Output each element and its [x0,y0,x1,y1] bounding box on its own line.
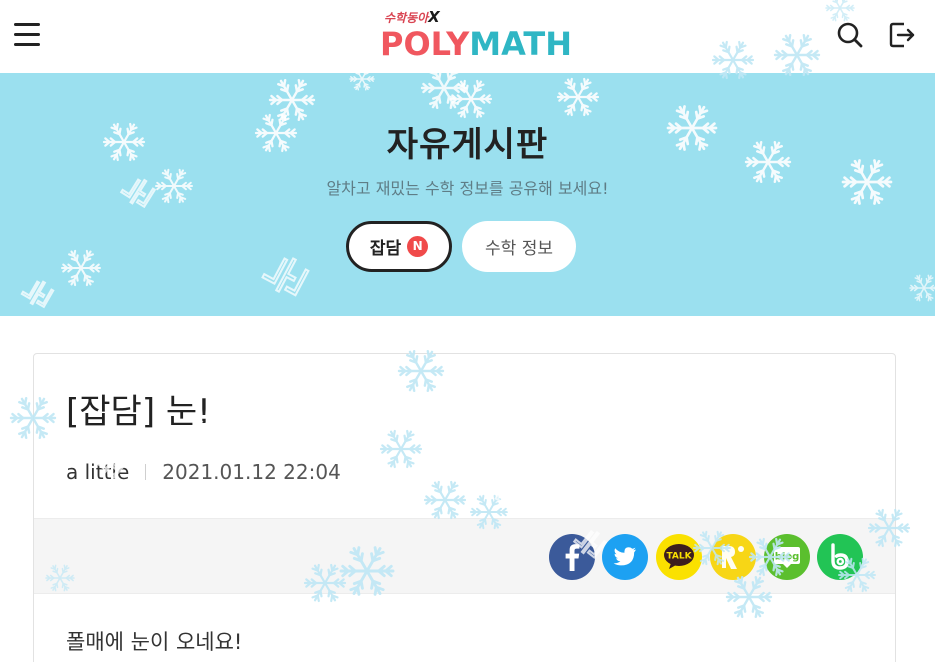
logo-math: MATH [469,25,572,63]
blog-icon: blog [774,547,800,568]
tab-math-info-label: 수학 정보 [485,239,553,259]
tab-math-info[interactable]: 수학 정보 [462,221,576,272]
meta-divider [145,464,147,480]
kakaostory-icon [722,546,744,569]
share-kakaostory-button[interactable] [710,534,756,580]
share-blog-button[interactable]: blog [764,534,810,580]
share-facebook-button[interactable] [549,534,595,580]
board-hero: 자유게시판 알차고 재밌는 수학 정보를 공유해 보세요! 잡담 N 수학 정보 [0,73,935,316]
band-icon [831,543,849,570]
search-button[interactable] [836,21,864,49]
page-title: 자유게시판 [386,125,549,165]
top-bar: 수학동아X POLYMATH [0,0,935,73]
post-meta: a little 2021.01.12 22:04 [66,460,341,484]
logo-poly: POLY [380,25,470,63]
share-band-button[interactable] [817,534,863,580]
twitter-icon [613,547,636,566]
post-title: [잡담] 눈! [66,392,211,432]
share-kakaotalk-button[interactable]: TALK [656,534,702,580]
logo-subtitle: 수학동아 [384,11,429,25]
search-icon [837,22,863,48]
hamburger-icon [14,23,40,26]
share-twitter-button[interactable] [602,534,648,580]
page-subtitle: 알차고 재밌는 수학 정보를 공유해 보세요! [326,179,609,198]
share-bar: TALK blog [34,518,895,594]
post-date: 2021.01.12 22:04 [162,460,341,484]
polymath-logo[interactable]: 수학동아X POLYMATH [380,8,572,64]
kakaotalk-label: TALK [666,552,692,562]
menu-button[interactable] [14,23,42,49]
page: 수학동아X POLYMATH 자유게시판 알차고 재밌는 수학 정보를 공유해 … [0,0,935,662]
tab-chat-label: 잡담 [369,239,402,259]
logout-button[interactable] [888,21,916,49]
post-body: 폴매에 눈이 오네요! [66,630,243,654]
logout-icon [889,22,915,48]
post-card: [잡담] 눈! a little 2021.01.12 22:04 TALK b… [33,353,896,662]
tab-chat[interactable]: 잡담 N [346,221,452,272]
facebook-icon [565,544,580,571]
blog-label: blog [775,552,800,563]
kakaotalk-icon: TALK [664,544,694,569]
new-badge: N [407,236,429,257]
logo-x: X [428,8,440,26]
post-author[interactable]: a little [66,460,129,484]
